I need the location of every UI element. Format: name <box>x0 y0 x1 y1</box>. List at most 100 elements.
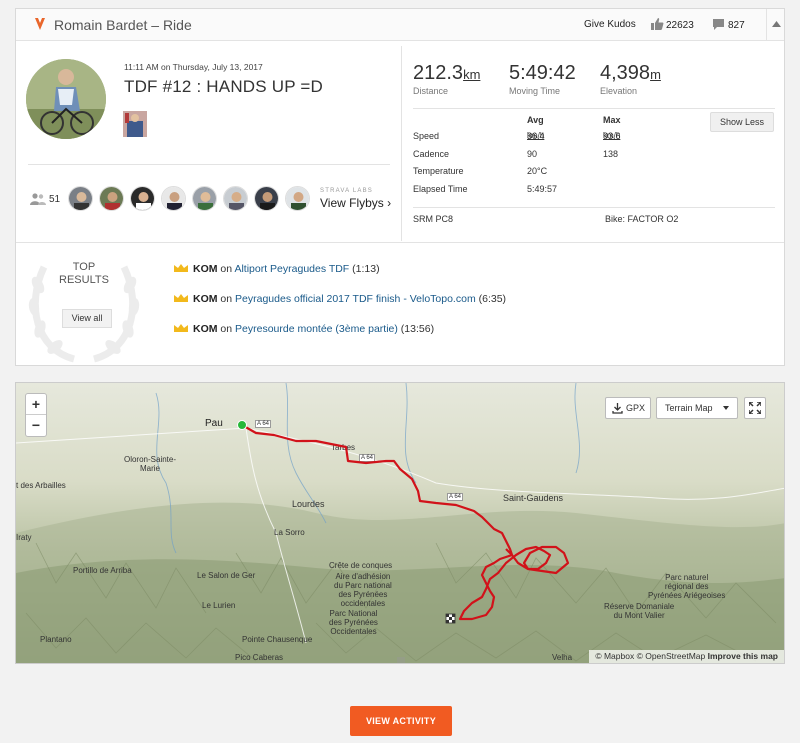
show-less-button[interactable]: Show Less <box>710 112 774 132</box>
segment-link[interactable]: Altiport Peyragudes TDF <box>234 263 349 275</box>
chevron-up-icon <box>772 21 781 27</box>
kom-on: on <box>220 263 233 275</box>
activity-title: TDF #12 : HANDS UP =D <box>124 77 323 96</box>
avg-column-header: Avg <box>527 115 544 125</box>
fullscreen-button[interactable] <box>744 397 766 419</box>
athlete-face[interactable] <box>223 186 248 211</box>
osm-attribution-link[interactable]: © OpenStreetMap <box>637 651 706 661</box>
device-name: SRM PC8 <box>413 214 454 224</box>
route-line <box>241 424 570 621</box>
thumbs-up-icon[interactable] <box>650 17 664 31</box>
divider <box>413 207 775 208</box>
kom-time: (1:13) <box>352 263 380 275</box>
view-flybys-link[interactable]: View Flybys › <box>320 196 391 210</box>
view-flybys-label: View Flybys <box>320 196 384 210</box>
stats-row-cadence: Cadence 90 138 <box>413 149 713 163</box>
max-column-header: Max <box>603 115 621 125</box>
bike-name[interactable]: Bike: FACTOR O2 <box>605 214 678 224</box>
stats-row-label: Speed <box>413 131 440 141</box>
route-overlay <box>237 420 570 624</box>
activity-header-title[interactable]: Romain Bardet – Ride <box>54 17 192 33</box>
stats-row-elapsed-time: Elapsed Time 5:49:57 <box>413 184 713 198</box>
athlete-face[interactable] <box>99 186 124 211</box>
flyby-athlete-count[interactable]: 51 <box>49 194 60 205</box>
view-activity-button[interactable]: VIEW ACTIVITY <box>350 706 452 736</box>
gpx-label: GPX <box>626 403 646 413</box>
improve-map-link[interactable]: Improve this map <box>708 651 778 661</box>
stats-row-label: Elapsed Time <box>413 184 468 194</box>
stat-elevation-unit: m <box>650 67 661 82</box>
kom-on: on <box>220 293 233 305</box>
stats-row-speed: Speed 36.4 km/h 93.6 km/h <box>413 131 713 145</box>
caret-down-icon <box>723 406 729 410</box>
crown-icon <box>174 294 188 302</box>
stat-distance-value: 212.3 <box>413 62 464 84</box>
top-results-title-line2: RESULTS <box>59 274 109 286</box>
kom-badge: KOM <box>193 263 218 275</box>
kom-result: KOM on Altiport Peyragudes TDF (1:13) <box>173 263 380 275</box>
segment-link[interactable]: Peyresourde montée (3ème partie) <box>235 323 398 335</box>
cadence-max-value: 138 <box>603 149 619 159</box>
kudos-count[interactable]: 22623 <box>666 20 694 31</box>
mapbox-attribution-link[interactable]: © Mapbox <box>595 651 634 661</box>
kom-time: (13:56) <box>400 323 435 335</box>
activity-datetime: 11:11 AM on Thursday, July 13, 2017 <box>124 62 263 72</box>
elapsed-time-value: 5:49:57 <box>527 184 558 194</box>
vertical-divider <box>401 46 402 241</box>
athlete-face[interactable] <box>254 186 279 211</box>
stat-moving-time: 5:49:42 Moving Time <box>509 62 576 96</box>
kom-on: on <box>220 323 233 335</box>
stats-row-label: Cadence <box>413 149 450 159</box>
stats-row-temperature: Temperature 20°C <box>413 166 713 180</box>
strava-labs-label: STRAVA LABS <box>320 188 373 194</box>
expand-icon <box>749 402 761 414</box>
comment-icon[interactable] <box>712 18 725 31</box>
speed-max-unit: km/h <box>603 131 621 140</box>
athlete-face[interactable] <box>285 186 310 211</box>
route-map[interactable]: + − Pau A 64 Tarbes A 64 A 64 Saint-Gaud… <box>15 382 785 664</box>
strava-activity-icon <box>35 18 45 30</box>
photo-image <box>123 111 147 137</box>
stats-row-label: Temperature <box>413 166 464 176</box>
view-all-button[interactable]: View all <box>62 309 112 328</box>
athlete-face[interactable] <box>192 186 217 211</box>
gpx-download-button[interactable]: GPX <box>605 397 651 419</box>
give-kudos-link[interactable]: Give Kudos <box>584 19 636 30</box>
speed-avg-unit: km/h <box>527 131 545 140</box>
cadence-avg-value: 90 <box>527 149 538 159</box>
athlete-face[interactable] <box>161 186 186 211</box>
temperature-avg-value: 20°C <box>527 166 548 176</box>
athlete-avatar[interactable] <box>26 59 106 139</box>
kom-badge: KOM <box>193 323 218 335</box>
card-header: Romain Bardet – Ride Give Kudos 22623 82… <box>16 9 784 41</box>
stat-elevation-value: 4,398 <box>600 62 651 84</box>
stat-moving-time-value: 5:49:42 <box>509 62 576 84</box>
map-attribution: © Mapbox © OpenStreetMap Improve this ma… <box>589 650 784 663</box>
comment-count[interactable]: 827 <box>728 20 745 31</box>
resize-handle-icon[interactable] <box>397 657 405 663</box>
kom-result: KOM on Peyresourde montée (3ème partie) … <box>173 323 434 335</box>
route-start-marker <box>237 420 247 430</box>
stat-moving-time-label: Moving Time <box>509 86 561 96</box>
download-icon <box>612 403 623 414</box>
activity-card: Romain Bardet – Ride Give Kudos 22623 82… <box>15 8 785 366</box>
divider <box>16 242 784 243</box>
stat-distance: 212.3km Distance <box>413 62 480 96</box>
athlete-face[interactable] <box>68 186 93 211</box>
athlete-face[interactable] <box>130 186 155 211</box>
map-type-select[interactable]: Terrain Map <box>656 397 738 419</box>
activity-photo-thumbnail[interactable] <box>123 111 147 137</box>
stat-distance-unit: km <box>463 67 481 82</box>
segment-link[interactable]: Peyragudes official 2017 TDF finish - Ve… <box>235 293 476 305</box>
collapse-button[interactable] <box>767 9 786 40</box>
group-athletes-icon <box>30 193 46 205</box>
top-results-title: TOP RESULTS <box>46 261 122 287</box>
divider <box>28 164 390 165</box>
crown-icon <box>174 324 188 332</box>
chevron-right-icon: › <box>387 196 392 210</box>
stat-elevation-label: Elevation <box>600 86 638 96</box>
crown-icon <box>174 264 188 272</box>
map-type-label: Terrain Map <box>665 403 713 413</box>
kom-time: (6:35) <box>478 293 507 305</box>
top-results-title-line1: TOP <box>72 261 96 273</box>
